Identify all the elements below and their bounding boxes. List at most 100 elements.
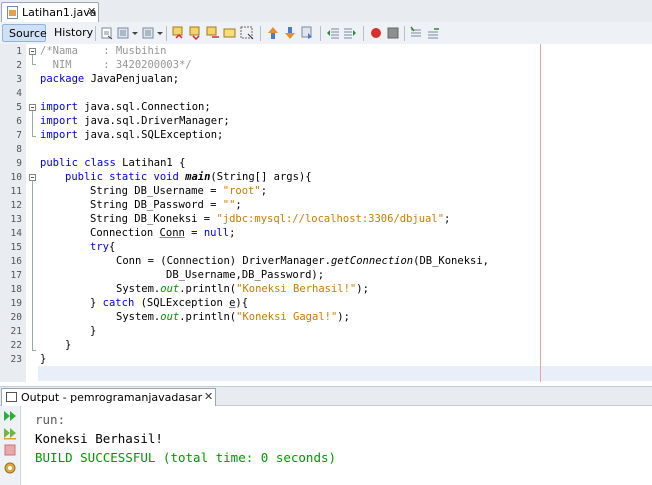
code-line-3: package JavaPenjualan; <box>40 72 179 86</box>
last-edit-icon[interactable] <box>100 26 114 40</box>
line-number: 17 <box>10 270 22 281</box>
string-literal: "Koneksi Gagal!" <box>236 311 338 323</box>
code-text: Latihan1 { <box>115 157 186 169</box>
toggle-rect-select-icon[interactable] <box>240 26 254 40</box>
settings-icon[interactable] <box>3 461 17 475</box>
forward-dropdown-icon[interactable] <box>156 26 164 40</box>
start-macro-icon[interactable] <box>369 26 383 40</box>
line-number: 14 <box>10 228 22 239</box>
code-line-7: import java.sql.SQLException; <box>40 128 223 142</box>
fold-toggle-icon[interactable] <box>29 104 36 111</box>
static-field: out <box>160 283 180 295</box>
keyword: import <box>40 115 78 127</box>
code-text: String DB_Koneksi = <box>90 213 217 225</box>
code-line-12: String DB_Password = ""; <box>90 198 242 212</box>
variable-name: Conn <box>159 227 185 239</box>
forward-icon[interactable] <box>142 26 156 40</box>
stop-macro-icon[interactable] <box>386 26 400 40</box>
output-line-result: Koneksi Berhasil! <box>35 431 163 446</box>
toggle-highlight-icon[interactable] <box>223 26 237 40</box>
code-line-15: try{ <box>90 240 115 254</box>
keyword: public static void <box>65 171 179 183</box>
code-text: java.sql.DriverManager; <box>77 115 230 127</box>
line-number: 4 <box>16 88 22 99</box>
tab-source[interactable]: Source <box>2 24 47 42</box>
current-line-highlight <box>38 366 652 381</box>
line-number: 3 <box>16 74 22 85</box>
code-line-1: /*Nama : Musbihin <box>40 45 167 57</box>
method-name: main <box>185 171 211 183</box>
back-dropdown-icon[interactable] <box>131 26 139 40</box>
close-icon[interactable]: ✕ <box>87 5 96 18</box>
uncomment-icon[interactable] <box>426 26 440 40</box>
tab-latihan1-java[interactable]: Latihan1.java ✕ <box>1 2 99 22</box>
code-text: } <box>90 297 103 309</box>
comment-icon[interactable] <box>409 26 423 40</box>
keyword: catch <box>102 297 135 309</box>
toggle-bookmark-icon[interactable] <box>300 26 314 40</box>
fold-toggle-icon[interactable] <box>29 174 36 181</box>
fold-line-end <box>32 136 36 137</box>
line-number: 12 <box>10 200 22 211</box>
code-text: { <box>108 241 116 253</box>
line-number: 20 <box>10 312 22 323</box>
code-text: JavaPenjualan; <box>84 73 180 85</box>
line-number: 21 <box>10 326 22 337</box>
toolbar-separator <box>404 26 405 41</box>
right-margin-guide <box>540 44 541 382</box>
toolbar-separator <box>166 26 167 41</box>
close-icon[interactable]: ✕ <box>204 390 213 403</box>
find-selection-icon[interactable] <box>206 26 220 40</box>
tab-label: Latihan1.java <box>22 6 97 19</box>
fold-line-end <box>32 350 36 351</box>
stop-icon[interactable] <box>4 444 16 456</box>
output-line-build-status: BUILD SUCCESSFUL (total time: 0 seconds) <box>35 450 337 465</box>
tab-output[interactable]: Output - pemrogramanjavadasar (run) ✕ <box>1 388 216 417</box>
keyword: package <box>40 73 85 85</box>
editor-toolbar: Source History <box>0 22 652 45</box>
rerun-icon[interactable] <box>3 409 17 423</box>
code-text: ; <box>235 199 242 211</box>
shift-left-icon[interactable] <box>326 26 340 40</box>
rerun-debug-icon[interactable] <box>3 426 17 440</box>
code-text: ; <box>260 185 268 197</box>
find-next-icon[interactable] <box>189 26 203 40</box>
toolbar-separator <box>95 26 96 41</box>
output-side-toolbar <box>0 406 21 485</box>
back-icon[interactable] <box>117 26 131 40</box>
line-number: 8 <box>16 144 22 155</box>
fold-line <box>32 111 33 136</box>
line-number: 15 <box>10 242 22 253</box>
fold-line <box>32 181 33 350</box>
code-text: .println( <box>179 283 237 295</box>
keyword: import <box>40 101 78 113</box>
code-line-20: System.out.println("Koneksi Gagal!"); <box>116 310 350 324</box>
code-line-9: public class Latihan1 { <box>40 156 185 170</box>
code-line-13: String DB_Koneksi = "jdbc:mysql://localh… <box>90 212 450 226</box>
find-previous-icon[interactable] <box>172 26 186 40</box>
code-text: ); <box>356 283 369 295</box>
previous-bookmark-icon[interactable] <box>266 26 280 40</box>
static-field: out <box>160 311 180 323</box>
keyword: null <box>203 227 230 239</box>
code-line-16: Conn = (Connection) DriverManager.getCon… <box>116 254 489 268</box>
shift-right-icon[interactable] <box>343 26 357 40</box>
line-number: 16 <box>10 256 22 267</box>
code-line-18: System.out.println("Koneksi Berhasil!"); <box>116 282 369 296</box>
code-line-14: Connection Conn = null; <box>90 226 235 240</box>
line-number: 13 <box>10 214 22 225</box>
line-number: 5 <box>16 102 22 113</box>
code-text: ; <box>229 227 236 239</box>
method-call: getConnection <box>330 255 414 267</box>
code-line-2: NIM : 3420200003*/ <box>40 59 192 71</box>
string-literal: "Koneksi Berhasil!" <box>236 283 357 295</box>
code-line-23: } <box>40 353 47 365</box>
fold-toggle-icon[interactable] <box>29 48 36 55</box>
code-line-6: import java.sql.DriverManager; <box>40 114 230 128</box>
keyword: try <box>90 241 109 253</box>
tab-history[interactable]: History <box>48 24 93 42</box>
next-bookmark-icon[interactable] <box>283 26 297 40</box>
toolbar-separator <box>320 26 321 41</box>
java-file-icon <box>7 6 18 19</box>
output-line-run: run: <box>35 412 66 427</box>
